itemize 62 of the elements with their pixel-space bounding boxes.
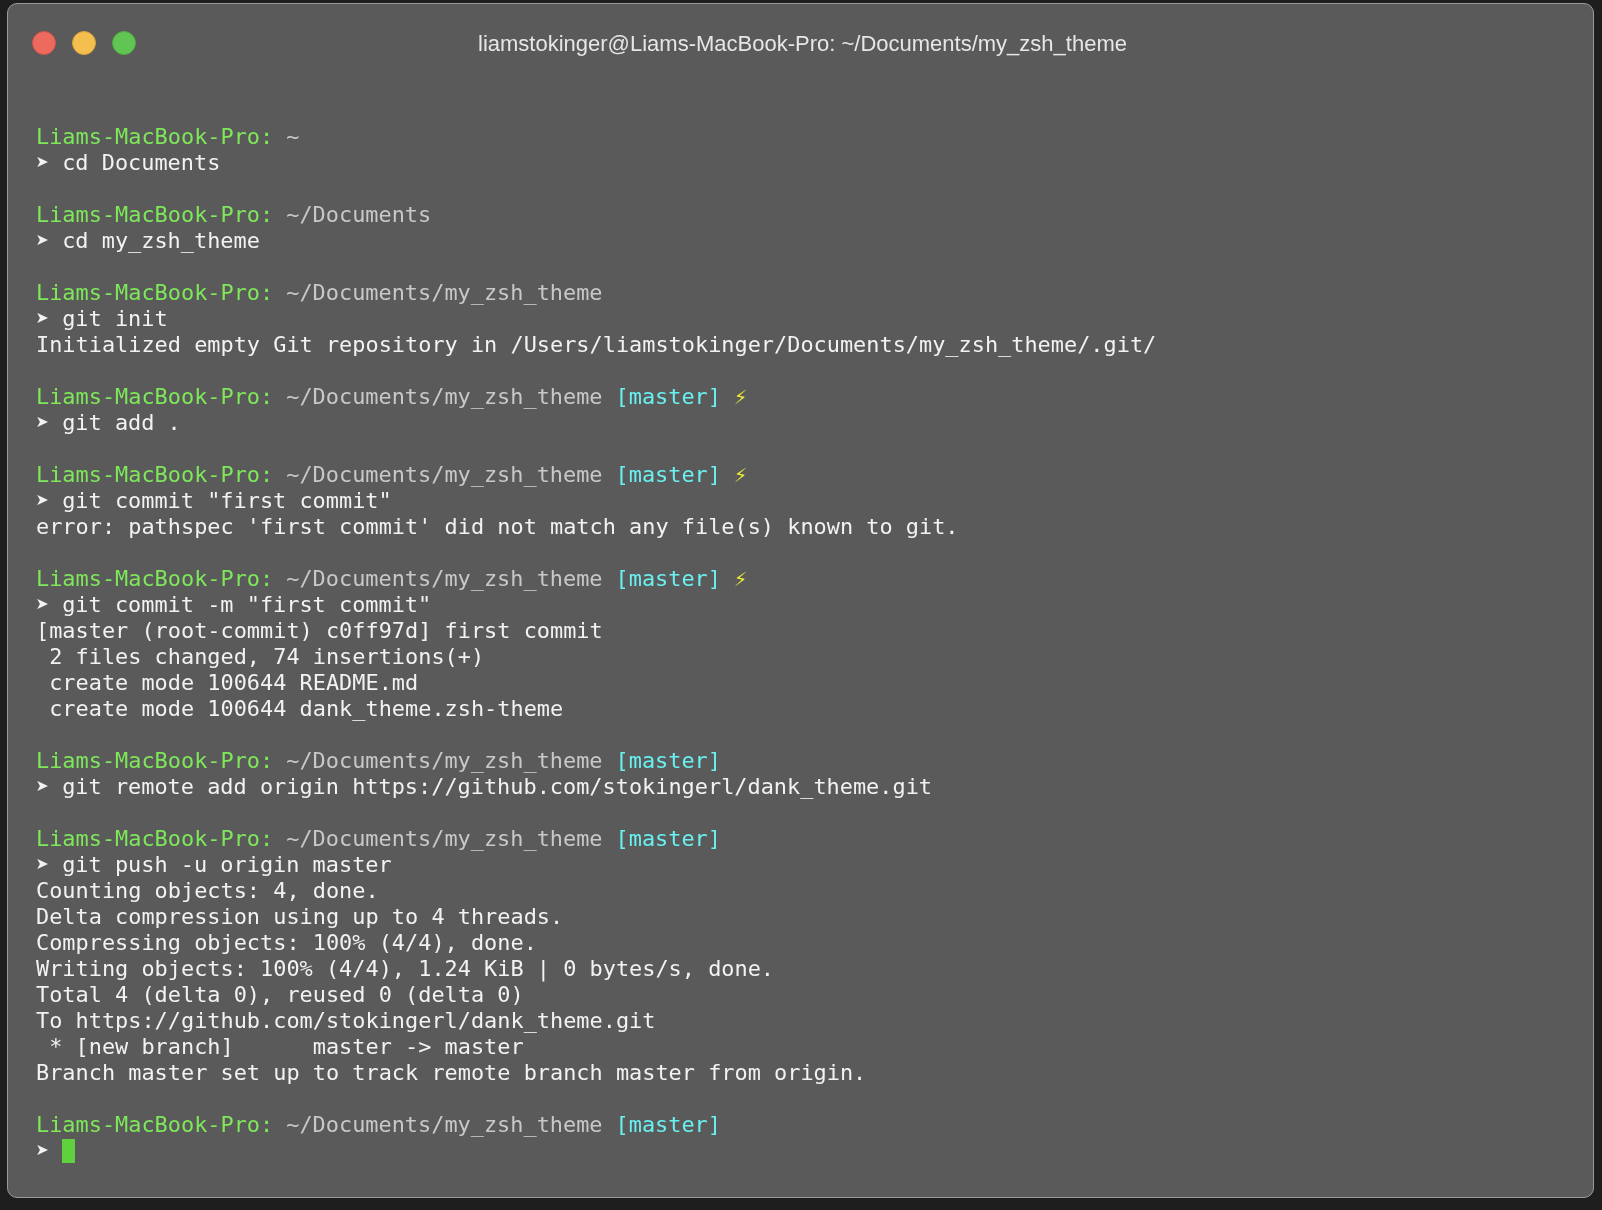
prompt-path: ~/Documents — [286, 202, 432, 228]
prompt-host: Liams-MacBook-Pro: — [36, 826, 274, 852]
prompt-host: Liams-MacBook-Pro: — [36, 384, 274, 410]
window-title: liamstokinger@Liams-MacBook-Pro: ~/Documents/my_zsh_theme — [478, 29, 1127, 58]
output-line: error: pathspec 'first commit' did not match any file(s) known to git. — [36, 514, 960, 540]
prompt-host: Liams-MacBook-Pro: — [36, 462, 274, 488]
prompt-arrow: ➤ — [36, 592, 50, 618]
dirty-indicator: ⚡ — [734, 566, 748, 592]
prompt-arrow: ➤ — [36, 306, 50, 332]
dirty-indicator: ⚡ — [734, 462, 748, 488]
prompt-arrow: ➤ — [36, 774, 50, 800]
output-line: Writing objects: 100% (4/4), 1.24 KiB | 0 bytes/s, done. — [36, 956, 776, 982]
output-line: Total 4 (delta 0), reused 0 (delta 0) — [36, 982, 525, 1008]
prompt-host: Liams-MacBook-Pro: — [36, 748, 274, 774]
prompt-path: ~/Documents/my_zsh_theme — [286, 280, 603, 306]
prompt-path: ~/Documents/my_zsh_theme — [286, 384, 603, 410]
command-text: git push -u origin master — [62, 852, 392, 878]
command-text: cd my_zsh_theme — [62, 228, 260, 254]
git-branch: [master] — [615, 566, 721, 592]
prompt-arrow: ➤ — [36, 1138, 50, 1164]
prompt-host: Liams-MacBook-Pro: — [36, 280, 274, 306]
prompt-host: Liams-MacBook-Pro: — [36, 124, 274, 150]
output-line: Initialized empty Git repository in /Users/liamstokinger/Documents/my_zsh_theme/.git/ — [36, 332, 1158, 358]
output-line: [master (root-commit) c0ff97d] first commit — [36, 618, 604, 644]
command-text: git remote add origin https://github.com/stokingerl/dank_theme.git — [62, 774, 933, 800]
git-branch: [master] — [615, 748, 721, 774]
prompt-path: ~/Documents/my_zsh_theme — [286, 1112, 603, 1138]
prompt-host: Liams-MacBook-Pro: — [36, 1112, 274, 1138]
prompt-arrow: ➤ — [36, 488, 50, 514]
output-line: Counting objects: 4, done. — [36, 878, 380, 904]
prompt-path: ~/Documents/my_zsh_theme — [286, 462, 603, 488]
prompt-host: Liams-MacBook-Pro: — [36, 566, 274, 592]
minimize-button[interactable] — [72, 31, 96, 55]
prompt-path: ~/Documents/my_zsh_theme — [286, 826, 603, 852]
command-text: cd Documents — [62, 150, 221, 176]
prompt-path: ~/Documents/my_zsh_theme — [286, 748, 603, 774]
prompt-path: ~/Documents/my_zsh_theme — [286, 566, 603, 592]
git-branch: [master] — [615, 1112, 721, 1138]
output-line: Delta compression using up to 4 threads. — [36, 904, 565, 930]
output-line: create mode 100644 dank_theme.zsh-theme — [48, 696, 565, 722]
prompt-path: ~ — [286, 124, 300, 150]
output-line: 2 files changed, 74 insertions(+) — [48, 644, 486, 670]
output-line: Compressing objects: 100% (4/4), done. — [36, 930, 538, 956]
prompt-arrow: ➤ — [36, 228, 50, 254]
git-branch: [master] — [615, 826, 721, 852]
prompt-arrow: ➤ — [36, 150, 50, 176]
command-text: git commit "first commit" — [62, 488, 392, 514]
prompt-host: Liams-MacBook-Pro: — [36, 202, 274, 228]
prompt-arrow: ➤ — [36, 410, 50, 436]
prompt-arrow: ➤ — [36, 852, 50, 878]
output-line: Branch master set up to track remote branch master from origin. — [36, 1060, 868, 1086]
output-line: * [new branch] master -> master — [48, 1034, 525, 1060]
close-button[interactable] — [32, 31, 56, 55]
output-line: To https://github.com/stokingerl/dank_theme.git — [36, 1008, 657, 1034]
zoom-button[interactable] — [112, 31, 136, 55]
command-text: git init — [62, 306, 168, 332]
git-branch: [master] — [615, 462, 721, 488]
dirty-indicator: ⚡ — [734, 384, 748, 410]
git-branch: [master] — [615, 384, 721, 410]
command-text: git commit -m "first commit" — [62, 592, 432, 618]
output-line: create mode 100644 README.md — [48, 670, 420, 696]
command-text: git add . — [62, 410, 181, 436]
